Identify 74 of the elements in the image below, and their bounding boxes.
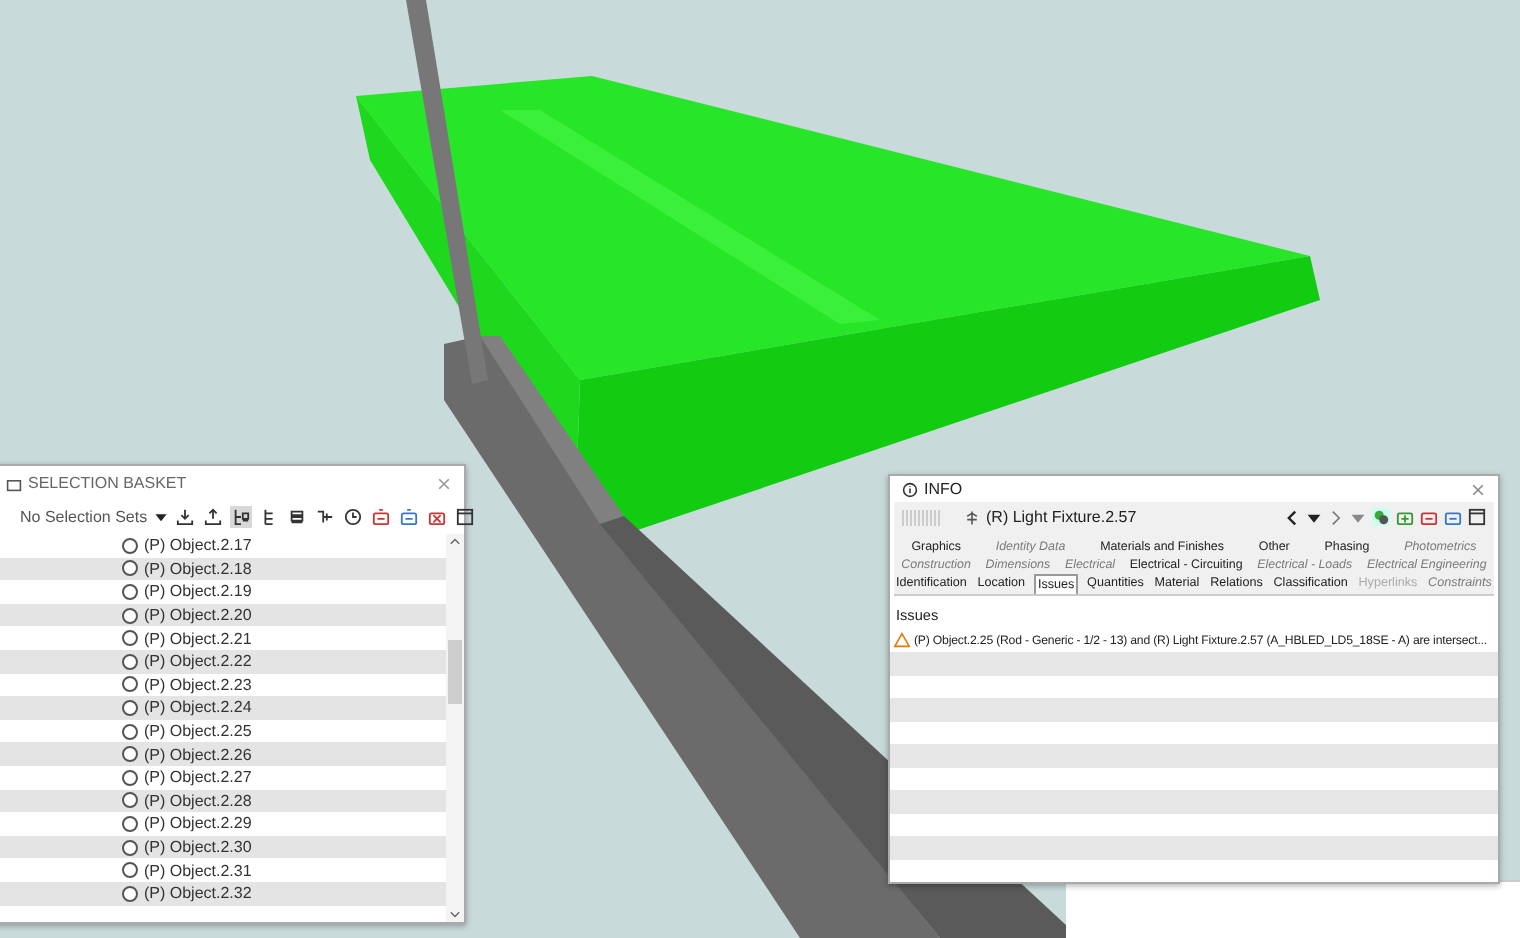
list-item[interactable]: (P) Object.2.31 (144, 861, 252, 880)
toolbar-button[interactable] (313, 506, 336, 528)
radio-button[interactable] (122, 583, 138, 600)
window-icon[interactable] (1468, 508, 1486, 527)
list-item[interactable]: (P) Object.2.25 (144, 722, 252, 741)
tree-icon (231, 508, 250, 526)
radio-button[interactable] (122, 607, 138, 624)
radio-button[interactable] (122, 885, 138, 902)
radio-button[interactable] (122, 839, 138, 856)
basket-remove-icon[interactable] (1420, 508, 1438, 527)
info-icon (902, 481, 918, 498)
list-item[interactable]: (P) Object.2.19 (144, 582, 252, 601)
radio-button[interactable] (122, 560, 138, 577)
radio-button[interactable] (122, 746, 138, 763)
radio-button[interactable] (122, 699, 138, 716)
window-icon (455, 508, 474, 526)
panel-title: SELECTION BASKET (28, 474, 187, 492)
toolbar-grip[interactable] (902, 509, 942, 526)
list-item[interactable]: (P) Object.2.23 (144, 675, 252, 694)
basket-remove-icon (371, 508, 390, 526)
radio-button[interactable] (122, 792, 138, 809)
radio-button[interactable] (122, 653, 138, 670)
basket-add-icon[interactable] (1396, 508, 1414, 527)
toolbar-button[interactable] (173, 506, 196, 528)
radio-button[interactable] (122, 862, 138, 879)
list-item[interactable]: (P) Object.2.17 (144, 536, 252, 555)
caret-icon[interactable] (1306, 509, 1322, 526)
radio-button[interactable] (122, 723, 138, 740)
basket-icon (6, 475, 22, 491)
upload-tray-icon (203, 508, 222, 526)
list-item[interactable]: (P) Object.2.29 (144, 814, 252, 833)
list-item[interactable]: (P) Object.2.26 (144, 745, 252, 764)
basket-icon[interactable] (1444, 508, 1462, 527)
scrollbar[interactable] (446, 534, 464, 922)
radio-button[interactable] (122, 676, 138, 693)
object-name: (R) Light Fixture.2.57 (986, 508, 1137, 527)
branch-icon (315, 508, 334, 526)
pin-icon (964, 509, 980, 526)
back-icon[interactable] (1284, 509, 1300, 526)
sync-icon[interactable] (1372, 508, 1390, 527)
basket-clear-icon (427, 508, 446, 526)
list-item[interactable]: (P) Object.2.30 (144, 838, 252, 857)
toolbar-button[interactable] (285, 506, 308, 528)
selection-sets-dropdown[interactable]: No Selection Sets (20, 508, 168, 526)
toolbar-button[interactable] (201, 506, 224, 528)
warning-icon (894, 632, 910, 649)
radio-button[interactable] (122, 630, 138, 647)
list-item[interactable]: (P) Object.2.20 (144, 606, 252, 625)
toolbar-button[interactable] (229, 506, 252, 528)
panel-title: INFO (924, 480, 963, 499)
list-item[interactable]: (P) Object.2.32 (144, 884, 252, 903)
close-icon[interactable] (436, 475, 452, 491)
download-icon (175, 508, 194, 526)
toolbar-button[interactable] (341, 506, 364, 528)
list-item[interactable]: (P) Object.2.28 (144, 791, 252, 810)
layers-icon (287, 508, 306, 526)
list-item[interactable]: (P) Object.2.24 (144, 698, 252, 717)
caret-icon (153, 510, 168, 524)
close-icon[interactable] (1470, 481, 1486, 498)
radio-button[interactable] (122, 537, 138, 554)
basket-add-icon (399, 508, 418, 526)
list-item[interactable]: (P) Object.2.21 (144, 629, 252, 648)
scroll-down-icon[interactable] (448, 908, 462, 922)
list-item[interactable]: (P) Object.2.22 (144, 652, 252, 671)
scrollbar-thumb[interactable] (448, 640, 462, 704)
list-item[interactable]: (P) Object.2.18 (144, 559, 252, 578)
radio-button[interactable] (122, 815, 138, 832)
forward-icon[interactable] (1328, 509, 1344, 526)
radio-button[interactable] (122, 769, 138, 786)
list-item[interactable]: (P) Object.2.27 (144, 768, 252, 787)
scroll-up-icon[interactable] (448, 534, 462, 548)
clock-icon (343, 508, 362, 526)
hierarchy-icon (259, 508, 278, 526)
toolbar-button[interactable] (453, 506, 476, 528)
